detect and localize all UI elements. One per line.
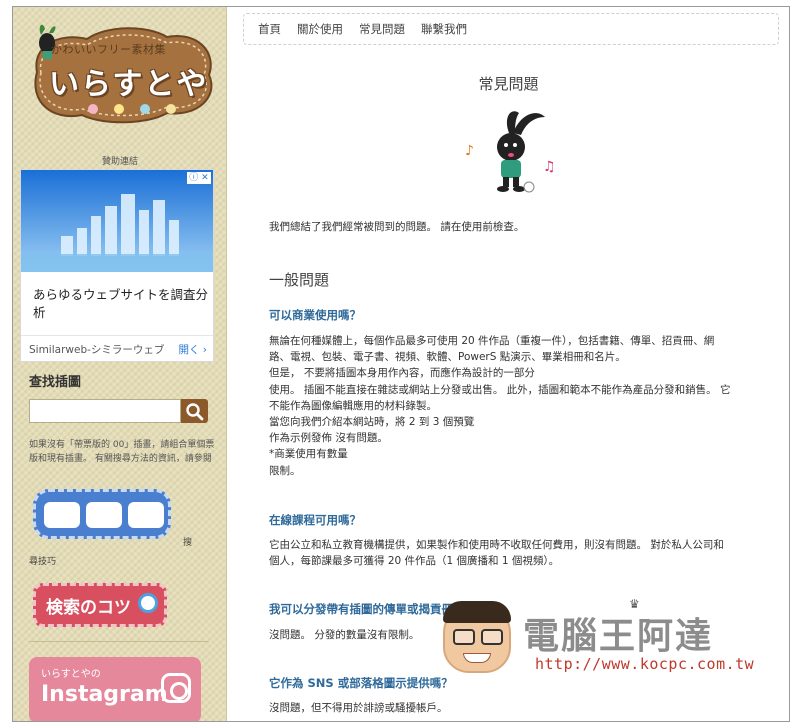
nav-item-about-usage[interactable]: 關於使用	[297, 21, 343, 37]
rabbit-mascot-illustration: ♪ ♫	[465, 111, 556, 193]
section-title-general: 一般問題	[269, 271, 330, 289]
sidebar: かわいいフリー素材集 いらすとや 贊助連結 ⓘ ✕ あらゆるウェブサイトを調査分…	[13, 7, 227, 721]
logo-subtitle: かわいいフリー素材集	[51, 43, 166, 56]
instagram-banner[interactable]: いらすとやの Instagram	[29, 657, 201, 721]
watermark-url: http://www.kocpc.com.tw	[535, 655, 755, 673]
search-icon	[186, 403, 204, 421]
site-logo[interactable]: かわいいフリー素材集 いらすとや	[27, 17, 215, 127]
ad-headline[interactable]: あらゆるウェブサイトを調査分析	[33, 286, 208, 322]
svg-text:♪: ♪	[465, 143, 474, 159]
search-tips-button-label: 検索のコツ	[46, 598, 131, 618]
faq-answer: 沒問題，但不得用於誹謗或騷擾帳戶。	[269, 700, 753, 716]
nav-item-home[interactable]: 首頁	[258, 21, 281, 37]
instagram-icon	[161, 673, 191, 703]
faq-answer-line: 它由公立和私立教育機構提供，如果製作和使用時不收取任何費用，則沒有問題。 對於私…	[269, 539, 724, 551]
faq-answer-line: *商業使用有數量	[269, 448, 348, 461]
faq-answer-line: 沒問題，但不得用於誹謗或騷擾帳戶。	[269, 702, 448, 714]
sponsor-label: 贊助連結	[101, 157, 138, 167]
faq-answer-line: 當您向我們介紹本網站時，將 2 到 3 個預覽	[269, 416, 475, 429]
svg-text:♫: ♫	[543, 159, 556, 175]
logo-title: いらすとや	[49, 67, 209, 102]
ad-open-link[interactable]: 開く ›	[178, 342, 207, 356]
sidebar-divider	[29, 641, 209, 642]
magnifier-icon	[138, 593, 158, 613]
faq-answer-line: 無論在何種媒體上，每個作品最多可使用 20 件作品（重複一件），包括書籍、傳單、…	[269, 335, 715, 347]
nav-item-faq[interactable]: 常見問題	[359, 21, 405, 37]
nav-item-contact[interactable]: 聯繫我們	[421, 21, 467, 37]
faq-answer-line: 不能作為圖像編輯應用的材料錄製。	[269, 399, 437, 412]
faq-question[interactable]: 它作為 SNS 或部落格圖示提供嗎？	[269, 675, 453, 691]
faq-answer: 無論在何種媒體上，每個作品最多可使用 20 件作品（重複一件），包括書籍、傳單、…	[269, 333, 753, 479]
intro-text: 我們總結了我們經常被問到的問題。 請在使用前檢查。	[269, 221, 525, 233]
mask-icon	[86, 502, 122, 528]
browser-page: かわいいフリー素材集 いらすとや 贊助連結 ⓘ ✕ あらゆるウェブサイトを調査分…	[12, 6, 790, 722]
faq-answer-line: 路、電視、包裝、電子書、視頻、軟體、PowerS 點演示、畢業相冊和名片。	[269, 351, 626, 364]
ad-footer: Similarweb-シミラーウェブ 開く ›	[21, 335, 213, 361]
top-nav: 首頁 關於使用 常見問題 聯繫我們	[243, 13, 779, 45]
faq-answer-line: 限制。	[269, 464, 301, 477]
search-help-text: 如果沒有「帶票版的 00」插畫，請組合單個票版和現有插畫。 有關搜尋方法的資訊，…	[29, 440, 215, 464]
faq-question[interactable]: 在線課程可用嗎？	[269, 512, 361, 528]
faq-answer-line: 使用。 插圖不能直接在雜誌或網站上分發或出售。 此外，插圖和範本不能作為產品分發…	[269, 383, 731, 396]
search-input[interactable]	[29, 399, 181, 423]
faq-answer-line: 但是， 不要將插圖本身用作內容，而應作為設計的一部分	[269, 367, 535, 380]
search-tips-link-side[interactable]: 搜	[183, 537, 197, 549]
faq-answer: 它由公立和私立教育機構提供，如果製作和使用時不收取任何費用，則沒有問題。 對於私…	[269, 537, 753, 569]
search-button[interactable]	[181, 399, 208, 423]
page-title: 常見問題	[478, 75, 539, 93]
faq-answer-line: 作為示例發佈 沒有問題。	[269, 432, 388, 445]
mask-icon	[44, 502, 80, 528]
search-heading: 查找插圖	[29, 375, 82, 390]
faq-answer-line: 個人，每節課最多可獲得 20 件作品（1 個廣播和 1 個視頻）。	[269, 555, 560, 568]
watermark-face-icon	[443, 601, 511, 673]
search-tips-link[interactable]: 尋技巧	[29, 554, 56, 567]
mask-icon	[128, 502, 164, 528]
sponsored-ad[interactable]: ⓘ ✕ あらゆるウェブサイトを調査分析 Similarweb-シミラーウェブ 開…	[20, 169, 214, 362]
mask-illustration-banner[interactable]	[33, 489, 171, 539]
search-tips-button[interactable]: 検索のコツ	[33, 583, 167, 627]
watermark-title: 電腦王阿達	[523, 616, 714, 657]
ad-close-icon[interactable]: ⓘ ✕	[187, 172, 211, 184]
faq-question[interactable]: 可以商業使用嗎？	[269, 307, 361, 323]
ad-city-image	[21, 170, 213, 272]
ad-advertiser: Similarweb-シミラーウェブ	[29, 344, 165, 356]
site-watermark: ♛ 電腦王阿達 http://www.kocpc.com.tw	[443, 597, 773, 679]
